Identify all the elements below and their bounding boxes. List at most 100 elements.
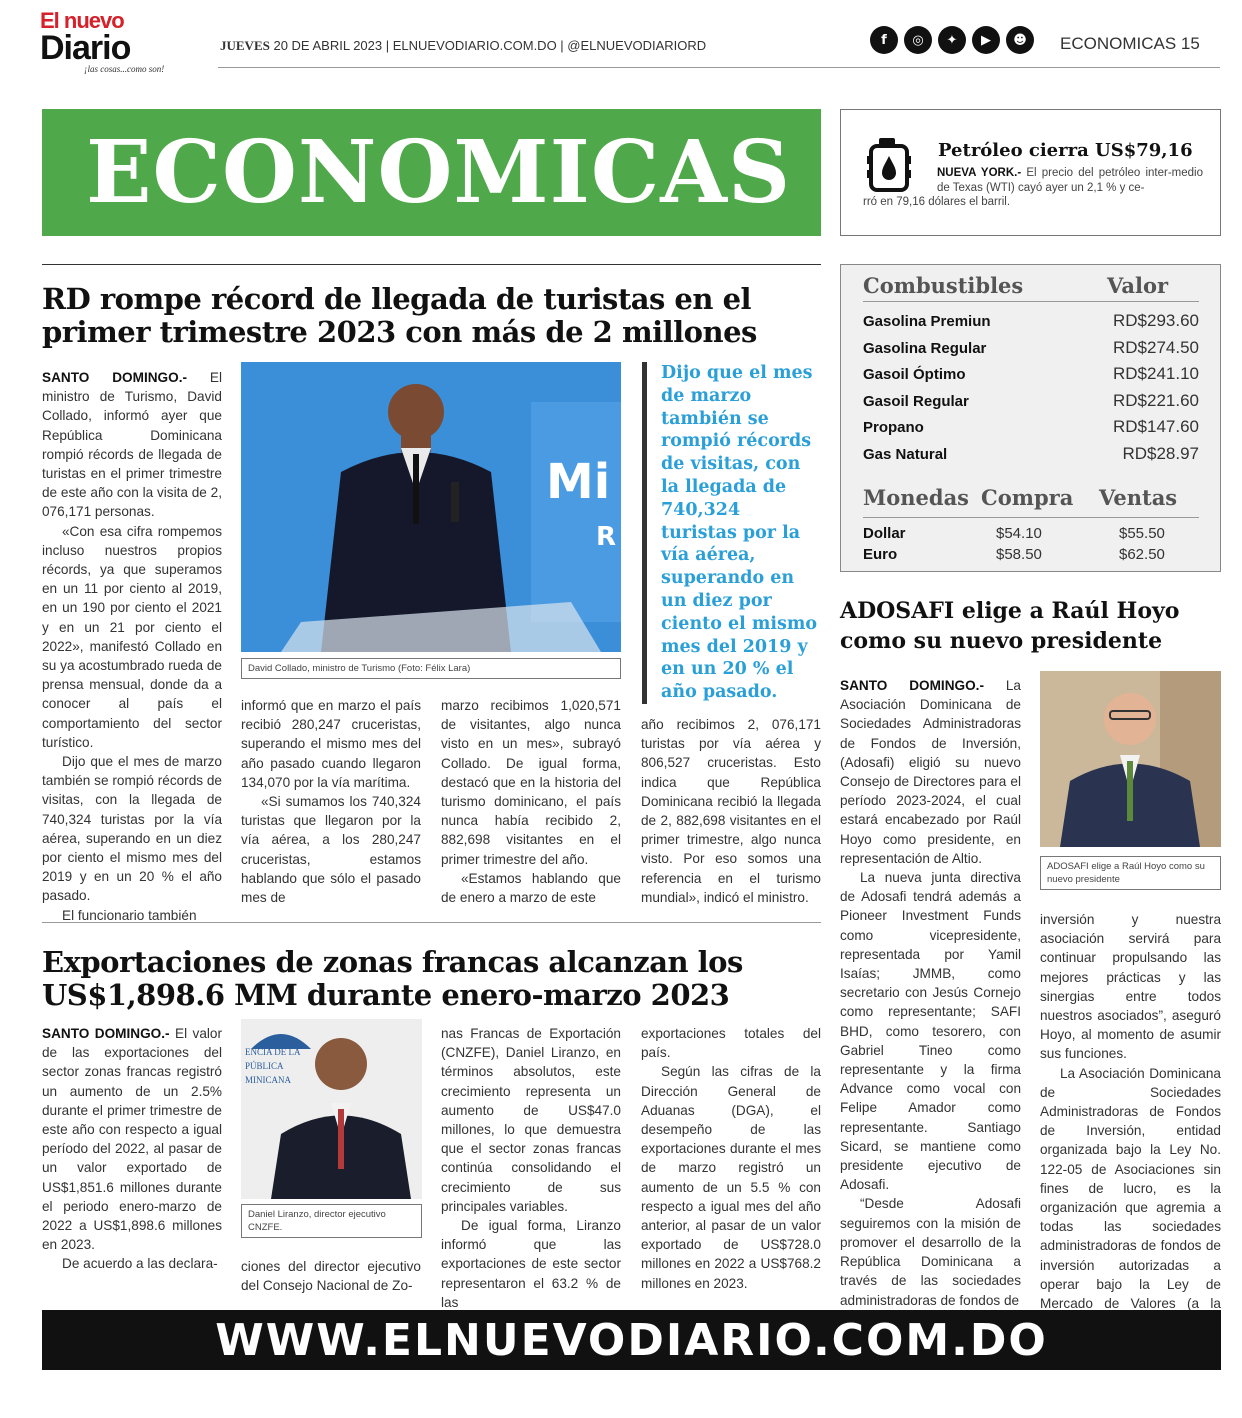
currency-buy: $54.10: [996, 525, 1042, 542]
article-divider: [42, 264, 821, 265]
oil-headline: Petróleo cierra US$79,16: [938, 140, 1193, 161]
photo-backdrop-text: ENCIA DE LA PÚBLICA MINICANA: [245, 1047, 300, 1085]
article1-col1: SANTO DOMINGO.- El ministro de Turismo, …: [42, 368, 222, 925]
article1-headline-line2: primer trimestre 2023 con más de 2 millo…: [42, 315, 757, 349]
article2-col1: SANTO DOMINGO.- La Asociación Dominicana…: [840, 676, 1021, 1310]
logo-line2: Diario: [40, 29, 131, 67]
logo-tagline: ¡las cosas...como son!: [84, 64, 165, 74]
masthead-divider: [218, 67, 1220, 68]
article2-col1-text: La Asociación Dominicana de Sociedades A…: [840, 678, 1021, 1308]
footer-url[interactable]: WWW.ELNUEVODIARIO.COM.DO: [215, 1315, 1048, 1366]
fuel-row: Gasolina Premiun RD$293.60: [863, 309, 1199, 335]
fuel-price-table: Combustibles Valor Gasolina Premiun RD$29…: [840, 264, 1221, 572]
currency-buy: $58.50: [996, 546, 1042, 563]
article3-photo-caption: Daniel Liranzo, director ejecutivo CNZFE…: [241, 1204, 422, 1238]
fuel-header-rule: [863, 301, 1199, 302]
currency-name: Euro: [863, 546, 898, 563]
currency-header-sell: Ventas: [1099, 485, 1178, 510]
article1-col3: marzo recibimos 1,020,571 de visitantes,…: [441, 696, 621, 907]
newspaper-logo[interactable]: El nuevo Diario ¡las cosas...como son!: [40, 10, 200, 75]
fuel-name: Gas Natural: [863, 446, 948, 463]
currency-header-buy: Compra: [981, 485, 1074, 510]
section-banner: ECONOMICAS: [42, 109, 821, 236]
dateline-day: JUEVES: [220, 38, 270, 53]
article1-col2: informó que en marzo el país recibió 280…: [241, 696, 421, 907]
article1-col3-text: marzo recibimos 1,020,571 de visitantes,…: [441, 698, 621, 906]
oil-body-b: rró en 79,16 dólares el barril.: [863, 196, 1011, 208]
article3-col3: nas Francas de Exportación (CNZFE), Dani…: [441, 1024, 621, 1312]
fuel-row: Gasoil Óptimo RD$241.10: [863, 362, 1199, 388]
article2-headline[interactable]: ADOSAFI elige a Raúl Hoyo como su nuevo …: [840, 596, 1230, 656]
dateline-text: 20 DE ABRIL 2023 | ELNUEVODIARIO.COM.DO …: [269, 38, 707, 53]
article3-lead: SANTO DOMINGO.-: [42, 1026, 170, 1041]
fuel-row: Propano RD$147.60: [863, 415, 1199, 441]
article3-col4: exportaciones totales del país. Según las…: [641, 1024, 821, 1293]
currency-name: Dollar: [863, 525, 906, 542]
article2-col2: inversión y nuestra asociación servirá p…: [1040, 910, 1221, 1332]
currency-row: Dollar $54.10 $55.50: [863, 525, 1199, 545]
fuel-value: RD$221.60: [1112, 390, 1199, 410]
currency-header-rule: [863, 517, 1199, 518]
fuel-name: Gasoil Óptimo: [863, 366, 966, 384]
article1-headline-line1: RD rompe récord de llegada de turistas e…: [42, 282, 752, 316]
article2-col2-text: inversión y nuestra asociación servirá p…: [1040, 912, 1221, 1330]
fuel-header-name: Combustibles: [863, 273, 1024, 298]
article3-photo: ENCIA DE LA PÚBLICA MINICANA: [241, 1019, 422, 1199]
article1-col4-text: año recibimos 2, 076,171 turistas por ví…: [641, 717, 821, 905]
twitter-icon[interactable]: ✦: [938, 26, 966, 54]
article2-headline-line2: como su nuevo presidente: [840, 628, 1163, 654]
fuel-value: RD$241.10: [1112, 364, 1199, 384]
article2-photo: [1040, 671, 1221, 847]
article3-headline[interactable]: Exportaciones de zonas francas alcanzan …: [42, 946, 832, 1012]
photo-backdrop-text-1: Mi: [546, 454, 611, 510]
article1-col2-text: informó que en marzo el país recibió 280…: [241, 698, 421, 906]
fuel-row: Gas Natural RD$28.97: [863, 442, 1199, 468]
article1-photo: Mi R: [241, 362, 621, 652]
instagram-icon[interactable]: ◎: [904, 26, 932, 54]
article3-divider: [42, 922, 821, 923]
fuel-row: Gasolina Regular RD$274.50: [863, 336, 1199, 362]
currency-sell: $55.50: [1119, 525, 1165, 542]
facebook-icon[interactable]: f: [870, 26, 898, 54]
article3-col4-text: exportaciones totales del país. Según las…: [641, 1026, 821, 1291]
oil-price-box: Petróleo cierra US$79,16 NUEVA YORK.- El…: [840, 109, 1221, 236]
fuel-row: Gasoil Regular RD$221.60: [863, 389, 1199, 415]
page-section-label: ECONOMICAS 15: [1060, 34, 1200, 53]
article3-col2-text: ciones del director ejecutivo del Consej…: [241, 1259, 421, 1294]
snapchat-icon[interactable]: ☻: [1006, 26, 1034, 54]
fuel-name: Gasolina Regular: [863, 339, 987, 357]
currency-header-name: Monedas: [863, 485, 969, 510]
article3-col1-text: El valor de las exportaciones del sector…: [42, 1026, 222, 1272]
social-icons: f ◎ ✦ ▶ ☻: [870, 26, 1034, 54]
oil-dateline: NUEVA YORK.-: [937, 167, 1022, 179]
article1-photo-caption: David Collado, ministro de Turismo (Foto…: [241, 658, 621, 679]
oil-barrel-icon: [867, 138, 911, 192]
fuel-header-value: Valor: [1107, 273, 1169, 298]
currency-row: Euro $58.50 $62.50: [863, 546, 1199, 566]
article1-pullquote: Dijo que el mes de marzo también se romp…: [642, 362, 822, 704]
fuel-name: Gasoil Regular: [863, 392, 969, 410]
photo-backdrop-text-2: R: [596, 522, 617, 552]
article1-lead: SANTO DOMINGO.-: [42, 370, 187, 385]
dateline: JUEVES 20 DE ABRIL 2023 | ELNUEVODIARIO.…: [220, 38, 706, 54]
fuel-value: RD$274.50: [1112, 337, 1199, 357]
article3-headline-line1: Exportaciones de zonas francas alcanzan …: [42, 945, 743, 979]
article1-headline[interactable]: RD rompe récord de llegada de turistas e…: [42, 283, 832, 349]
footer-banner[interactable]: WWW.ELNUEVODIARIO.COM.DO: [42, 1310, 1221, 1370]
section-banner-title: ECONOMICAS: [86, 122, 792, 223]
fuel-value: RD$147.60: [1112, 417, 1199, 437]
youtube-icon[interactable]: ▶: [972, 26, 1000, 54]
fuel-value: RD$293.60: [1112, 311, 1199, 330]
oil-body: NUEVA YORK.- El precio del petróleo inte…: [937, 166, 1203, 196]
article3-headline-line2: US$1,898.6 MM durante enero-marzo 2023: [42, 978, 730, 1012]
pullquote-text: Dijo que el mes de marzo también se romp…: [661, 363, 818, 703]
article2-photo-caption: ADOSAFI elige a Raúl Hoyo como su nuevo …: [1040, 856, 1221, 890]
fuel-name: Gasolina Premiun: [863, 313, 991, 330]
article1-col4: año recibimos 2, 076,171 turistas por ví…: [641, 715, 821, 907]
article1-col1-text: El ministro de Turismo, David Collado, i…: [42, 370, 222, 923]
article3-col1: SANTO DOMINGO.- El valor de las exportac…: [42, 1024, 222, 1274]
currency-sell: $62.50: [1119, 546, 1165, 563]
article3-col2: ciones del director ejecutivo del Consej…: [241, 1257, 421, 1295]
article3-col3-text: nas Francas de Exportación (CNZFE), Dani…: [441, 1026, 621, 1310]
article2-headline-line1: ADOSAFI elige a Raúl Hoyo: [840, 598, 1180, 624]
